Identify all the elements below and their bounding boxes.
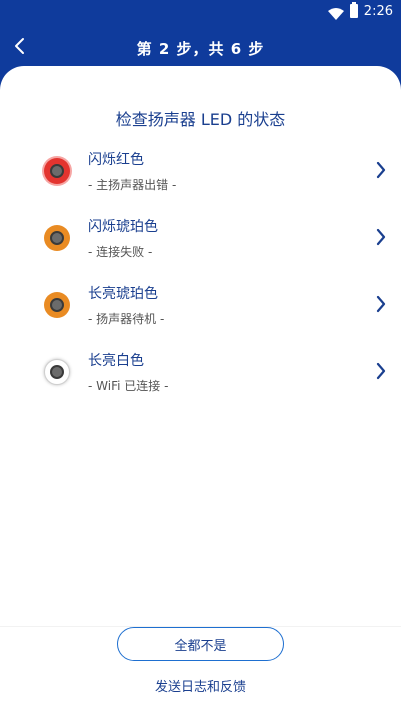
chevron-right-icon bbox=[375, 294, 387, 314]
led-amber-indicator-icon bbox=[44, 225, 70, 251]
clock: 2:26 bbox=[363, 3, 393, 19]
led-option-solid-white[interactable]: 长亮白色 - WiFi 已连接 - bbox=[0, 343, 401, 410]
led-option-description: - WiFi 已连接 - bbox=[88, 379, 169, 393]
status-indicators: 2:26 bbox=[327, 2, 393, 20]
status-bar: 2:26 bbox=[0, 0, 401, 22]
led-option-label: 长亮琥珀色 bbox=[88, 286, 158, 302]
led-white-indicator-icon bbox=[44, 359, 70, 385]
led-amber-indicator-icon bbox=[44, 292, 70, 318]
led-option-label: 闪烁琥珀色 bbox=[88, 219, 158, 235]
section-title: 检查扬声器 LED 的状态 bbox=[115, 110, 286, 129]
page-title: 第 2 步，共 6 步 bbox=[136, 40, 265, 58]
led-option-label: 长亮白色 bbox=[88, 353, 144, 369]
led-option-blinking-red[interactable]: 闪烁红色 - 主扬声器出错 - bbox=[0, 142, 401, 209]
led-red-indicator-icon bbox=[44, 158, 70, 184]
content-sheet: 检查扬声器 LED 的状态 闪烁红色 - 主扬声器出错 - 闪烁琥珀色 - 连接… bbox=[0, 66, 401, 712]
battery-icon bbox=[349, 2, 358, 18]
none-of-these-button[interactable]: 全都不是 bbox=[117, 627, 284, 661]
led-option-description: - 连接失败 - bbox=[88, 245, 153, 259]
led-option-description: - 扬声器待机 - bbox=[88, 312, 165, 326]
chevron-right-icon bbox=[375, 361, 387, 381]
chevron-right-icon bbox=[375, 160, 387, 180]
led-option-description: - 主扬声器出错 - bbox=[88, 178, 177, 192]
led-option-label: 闪烁红色 bbox=[88, 152, 144, 168]
wifi-icon bbox=[327, 5, 344, 20]
led-status-list: 闪烁红色 - 主扬声器出错 - 闪烁琥珀色 - 连接失败 - 长亮琥珀色 - 扬… bbox=[0, 142, 401, 410]
screen: 2:26 第 2 步，共 6 步 检查扬声器 LED 的状态 闪烁红色 - 主扬… bbox=[0, 0, 401, 712]
send-logs-feedback-link[interactable]: 发送日志和反馈 bbox=[0, 676, 401, 695]
led-option-solid-amber[interactable]: 长亮琥珀色 - 扬声器待机 - bbox=[0, 276, 401, 343]
led-option-blinking-amber[interactable]: 闪烁琥珀色 - 连接失败 - bbox=[0, 209, 401, 276]
chevron-right-icon bbox=[375, 227, 387, 247]
